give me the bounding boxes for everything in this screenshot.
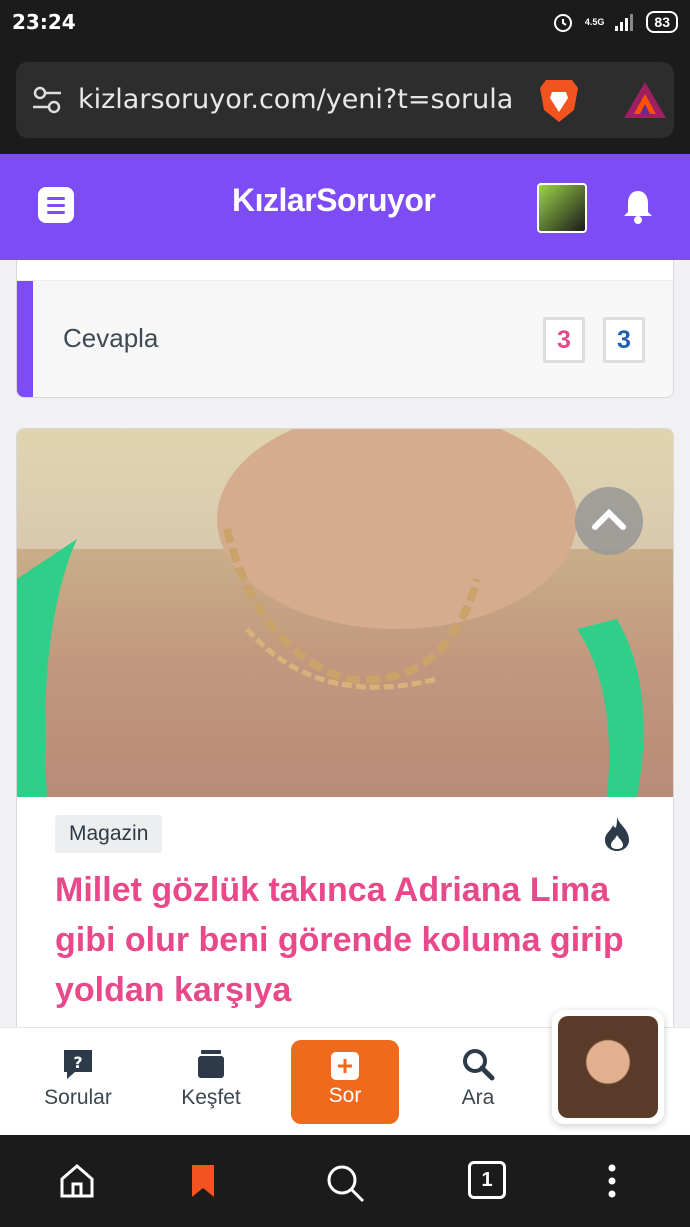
bookmark-icon[interactable]: [190, 1163, 216, 1199]
question-feed: Cevapla 3 3 Magazin Millet gözlük takınc…: [0, 260, 690, 1030]
status-time: 23:24: [12, 10, 76, 34]
question-card: Cevapla 3 3: [16, 260, 674, 398]
question-card[interactable]: Magazin Millet gözlük takınca Adriana Li…: [16, 428, 674, 1030]
category-tag[interactable]: Magazin: [55, 815, 163, 853]
cards-stack-icon: [198, 1050, 224, 1078]
site-logo[interactable]: KızlarSoruyor: [232, 182, 436, 219]
plus-icon: [331, 1052, 359, 1080]
tabs-button[interactable]: 1: [468, 1161, 506, 1199]
status-icons: 4.5G 83: [551, 10, 678, 34]
bat-rewards-icon[interactable]: [622, 80, 668, 120]
user-avatar[interactable]: [537, 183, 587, 233]
floating-profile-avatar[interactable]: [552, 1010, 664, 1124]
alarm-icon: [553, 14, 572, 32]
male-answer-count: 3: [603, 317, 645, 363]
question-bubble-icon: ?: [64, 1050, 92, 1079]
nav-questions-label: Sorular: [44, 1086, 112, 1109]
scroll-to-top-button[interactable]: [575, 487, 643, 555]
nav-search-label: Ara: [461, 1086, 495, 1109]
more-options-icon[interactable]: [604, 1163, 620, 1199]
chevron-up-icon: [592, 508, 626, 530]
nav-explore-label: Keşfet: [181, 1086, 241, 1109]
ask-question-button[interactable]: Sor: [291, 1040, 399, 1124]
nav-search[interactable]: Ara: [423, 1046, 533, 1110]
battery-indicator: 83: [646, 11, 678, 33]
question-title[interactable]: Millet gözlük takınca Adriana Lima gibi …: [55, 865, 635, 1015]
home-icon[interactable]: [58, 1163, 96, 1199]
brave-shields-icon[interactable]: [538, 76, 580, 124]
network-type: 4.5G: [584, 16, 605, 27]
address-bar[interactable]: kizlarsoruyor.com/yeni?t=sorula: [16, 62, 674, 138]
trending-fire-icon: [605, 817, 629, 851]
notification-bell-icon[interactable]: [622, 188, 654, 224]
browser-bottom-bar: 1: [0, 1135, 690, 1227]
avatar-photo: [558, 1016, 658, 1118]
menu-button[interactable]: [38, 187, 74, 223]
search-icon[interactable]: [325, 1163, 365, 1203]
nav-explore[interactable]: Keşfet: [156, 1046, 266, 1110]
browser-toolbar: kizlarsoruyor.com/yeni?t=sorula: [0, 48, 690, 154]
url-text[interactable]: kizlarsoruyor.com/yeni?t=sorula: [78, 84, 518, 115]
signal-icon: [615, 14, 634, 31]
nav-questions[interactable]: ? Sorular: [23, 1046, 133, 1110]
search-icon: [463, 1049, 495, 1081]
svg-text:?: ?: [73, 1053, 82, 1072]
ask-label: Sor: [328, 1084, 362, 1107]
female-answer-count: 3: [543, 317, 585, 363]
site-settings-icon[interactable]: [32, 86, 62, 114]
question-image[interactable]: [17, 429, 673, 797]
status-bar: 23:24 4.5G 83: [0, 0, 690, 48]
site-header: KızlarSoruyor: [0, 154, 690, 260]
answer-link[interactable]: Cevapla: [63, 323, 158, 354]
